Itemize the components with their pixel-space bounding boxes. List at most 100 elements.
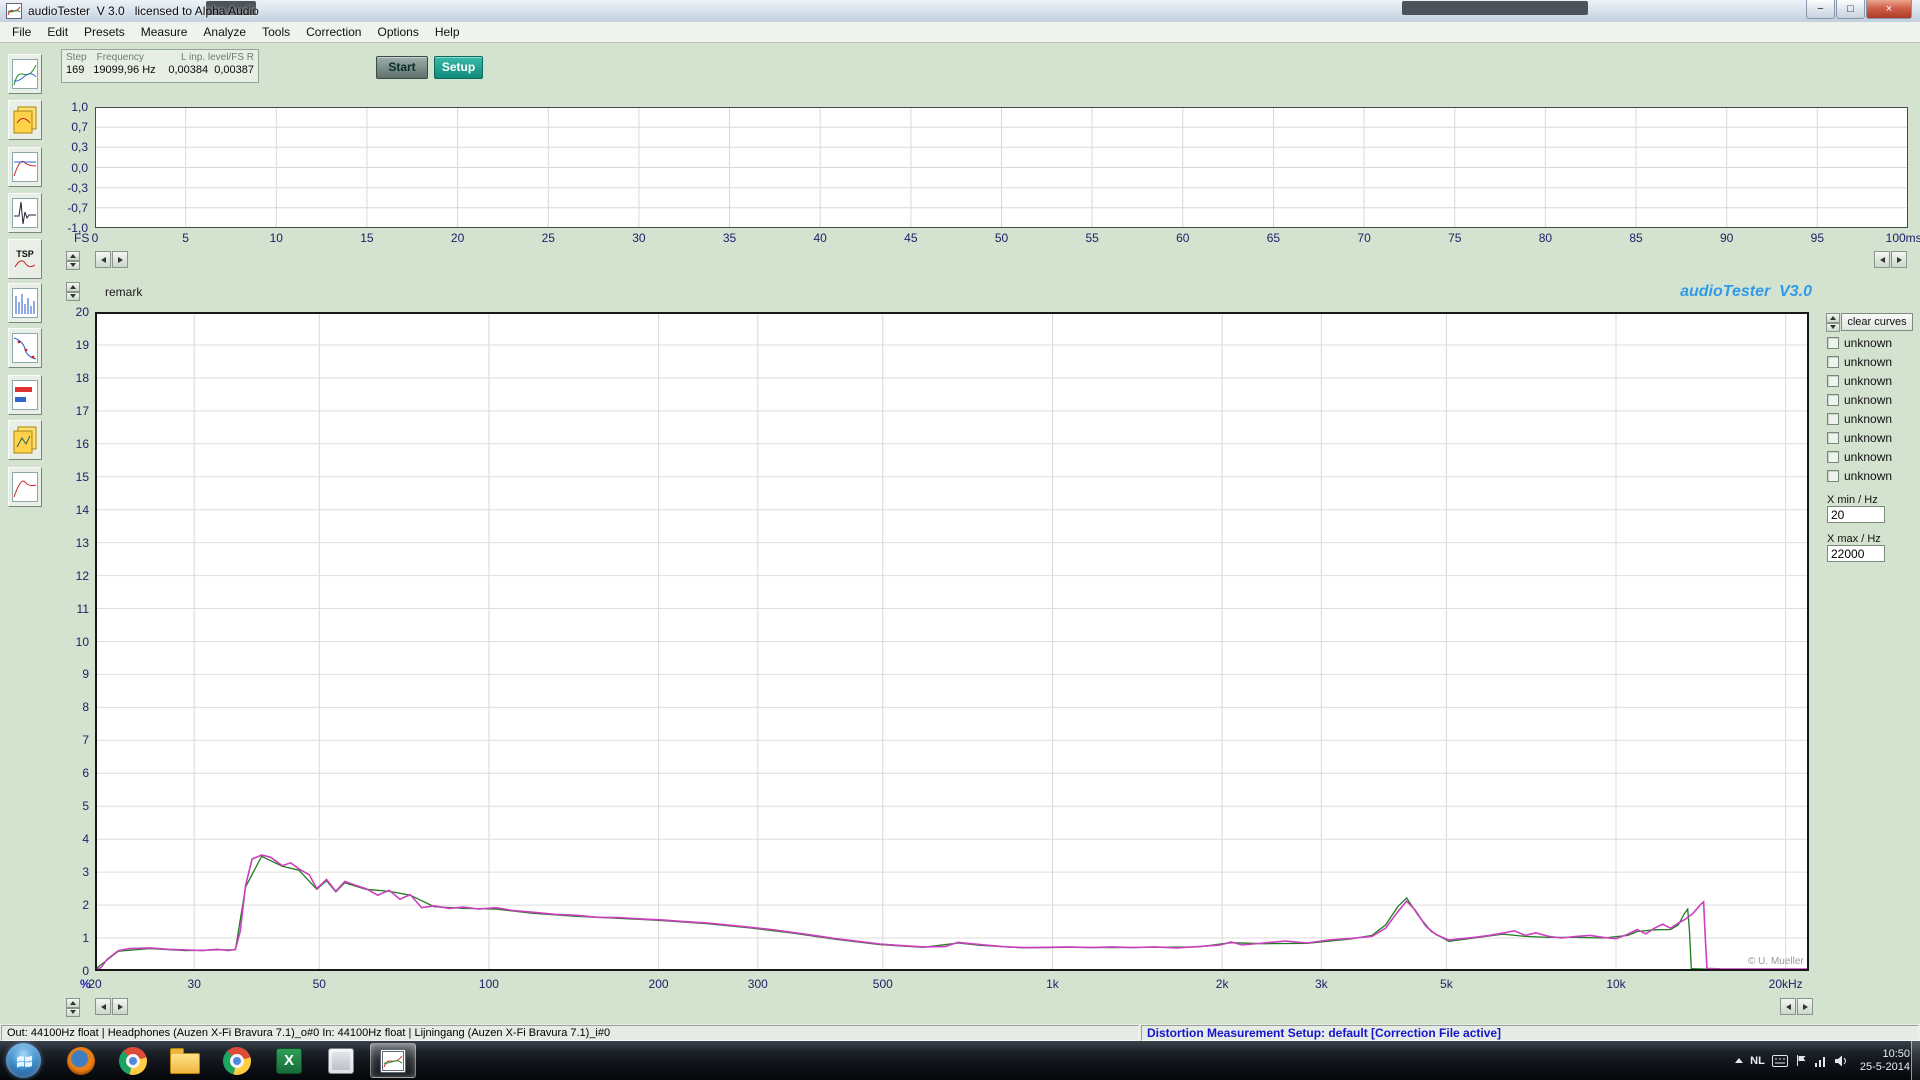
- spinner-down-icon[interactable]: [66, 260, 80, 270]
- menu-file[interactable]: File: [4, 23, 39, 41]
- main-y-tick: 8: [82, 700, 89, 715]
- clock[interactable]: 10:50 25-5-2014: [1860, 1048, 1910, 1074]
- measurement-setup-status: Distortion Measurement Setup: default [C…: [1141, 1025, 1919, 1041]
- tool-level-button[interactable]: [8, 375, 42, 415]
- spectrum-icon: [12, 288, 38, 318]
- curve-checkbox[interactable]: [1827, 451, 1839, 463]
- scope-scroll-left2-button[interactable]: [1874, 251, 1890, 268]
- curve-label[interactable]: unknown: [1844, 450, 1892, 464]
- taskbar-item-chrome[interactable]: [214, 1043, 260, 1078]
- start-button-orb[interactable]: [6, 1043, 41, 1078]
- tool-overlay-button[interactable]: [8, 100, 42, 140]
- curve-checkbox[interactable]: [1827, 394, 1839, 406]
- spinner-up-icon[interactable]: [1826, 313, 1840, 323]
- tool-overlay2-button[interactable]: [8, 420, 42, 460]
- menu-correction[interactable]: Correction: [298, 23, 369, 41]
- main-y-tick: 1: [82, 931, 89, 946]
- start-button[interactable]: Start: [376, 56, 428, 79]
- scope-scroll-right2-button[interactable]: [1891, 251, 1907, 268]
- minimize-button[interactable]: −: [1806, 0, 1835, 19]
- curve-label[interactable]: unknown: [1844, 469, 1892, 483]
- curve-checkbox[interactable]: [1827, 432, 1839, 444]
- curve-checkbox[interactable]: [1827, 356, 1839, 368]
- scope-zoom-spinner[interactable]: [66, 251, 80, 270]
- curve-label[interactable]: unknown: [1844, 431, 1892, 445]
- curve-label[interactable]: unknown: [1844, 393, 1892, 407]
- xmin-input[interactable]: [1827, 506, 1885, 523]
- main-y-tick: 16: [75, 436, 89, 451]
- scope-scroll-left-button[interactable]: [95, 251, 111, 268]
- tool-response-button[interactable]: [8, 467, 42, 507]
- spinner-down-icon[interactable]: [66, 291, 80, 301]
- scope-plot: [95, 107, 1908, 228]
- curve-checkbox[interactable]: [1827, 337, 1839, 349]
- scope-scroll-right-button[interactable]: [112, 251, 128, 268]
- volume-icon[interactable]: [1834, 1055, 1848, 1067]
- curves-scroll-spinner[interactable]: [1826, 313, 1840, 332]
- main-y-tick: 2: [82, 898, 89, 913]
- main-x-tick: 3k: [1315, 977, 1328, 991]
- menu-presets[interactable]: Presets: [76, 23, 133, 41]
- menu-edit[interactable]: Edit: [39, 23, 76, 41]
- remark-label[interactable]: remark: [105, 285, 142, 299]
- curve-checkbox[interactable]: [1827, 413, 1839, 425]
- spinner-up-icon[interactable]: [66, 282, 80, 292]
- curve-label[interactable]: unknown: [1844, 336, 1892, 350]
- spinner-down-icon[interactable]: [1826, 322, 1840, 332]
- audiotester-icon: [380, 1048, 406, 1073]
- maximize-button[interactable]: □: [1836, 0, 1865, 19]
- action-center-flag-icon[interactable]: [1795, 1054, 1807, 1067]
- curve-label[interactable]: unknown: [1844, 412, 1892, 426]
- main-y-tick: 20: [75, 305, 89, 319]
- tool-decay-button[interactable]: [8, 328, 42, 368]
- main-scroll-right2-button[interactable]: [1797, 998, 1813, 1015]
- tool-sweep-button[interactable]: [8, 54, 42, 94]
- keyboard-icon[interactable]: [1771, 1054, 1788, 1067]
- overlay2-icon: [13, 426, 37, 454]
- menu-tools[interactable]: Tools: [254, 23, 298, 41]
- taskbar-item-audiotester[interactable]: [370, 1043, 416, 1078]
- curve-label[interactable]: unknown: [1844, 355, 1892, 369]
- setup-button[interactable]: Setup: [434, 56, 483, 79]
- taskbar-item-chrome[interactable]: [110, 1043, 156, 1078]
- show-desktop-button[interactable]: [1911, 1041, 1920, 1080]
- curve-row: unknown: [1826, 355, 1920, 371]
- main-zoom-spinner[interactable]: [66, 282, 80, 301]
- taskbar-item-explorer-folder[interactable]: [162, 1043, 208, 1078]
- clear-curves-button[interactable]: clear curves: [1841, 313, 1913, 331]
- taskbar-item-excel[interactable]: X: [266, 1043, 312, 1078]
- close-button[interactable]: ×: [1866, 0, 1912, 19]
- curve-checkbox[interactable]: [1827, 375, 1839, 387]
- menu-measure[interactable]: Measure: [133, 23, 196, 41]
- main-scroll-right-button[interactable]: [112, 998, 128, 1015]
- curve-label[interactable]: unknown: [1844, 374, 1892, 388]
- main-scroll-left-button[interactable]: [95, 998, 111, 1015]
- network-icon[interactable]: [1814, 1055, 1827, 1067]
- spinner-down-icon[interactable]: [66, 1007, 80, 1017]
- main-scroll-spinner[interactable]: [66, 998, 80, 1017]
- screen: audioTester V 3.0 licensed to Alpha Audi…: [0, 0, 1920, 1080]
- tool-distortion-button[interactable]: [8, 147, 42, 187]
- tool-impulse-button[interactable]: [8, 193, 42, 233]
- scope-x-axis: FS 0 5 10 15 20 25 30 35 40 45 50 55 60 65 70 75 80 85 90 95…: [0, 231, 1920, 246]
- curve-row: unknown: [1826, 393, 1920, 409]
- main-y-tick: 6: [82, 766, 89, 781]
- spinner-up-icon[interactable]: [66, 251, 80, 261]
- language-indicator[interactable]: NL: [1750, 1055, 1765, 1067]
- spinner-up-icon[interactable]: [66, 998, 80, 1008]
- menu-help[interactable]: Help: [427, 23, 468, 41]
- xmax-input[interactable]: [1827, 545, 1885, 562]
- response-curve-icon: [12, 472, 38, 502]
- taskbar-item-generic-app[interactable]: [318, 1043, 364, 1078]
- scope-x-tick: 50: [994, 231, 1009, 245]
- window-controls: − □ ×: [1805, 0, 1912, 19]
- scope-fs-label: FS: [74, 231, 90, 245]
- taskbar-item-firefox[interactable]: [58, 1043, 104, 1078]
- menu-options[interactable]: Options: [369, 23, 426, 41]
- tool-spectrum-button[interactable]: [8, 283, 42, 323]
- menu-analyze[interactable]: Analyze: [195, 23, 254, 41]
- hidden-icons-chevron-icon[interactable]: [1735, 1058, 1744, 1063]
- main-scroll-left2-button[interactable]: [1780, 998, 1796, 1015]
- excel-icon: X: [276, 1047, 302, 1074]
- curve-checkbox[interactable]: [1827, 470, 1839, 482]
